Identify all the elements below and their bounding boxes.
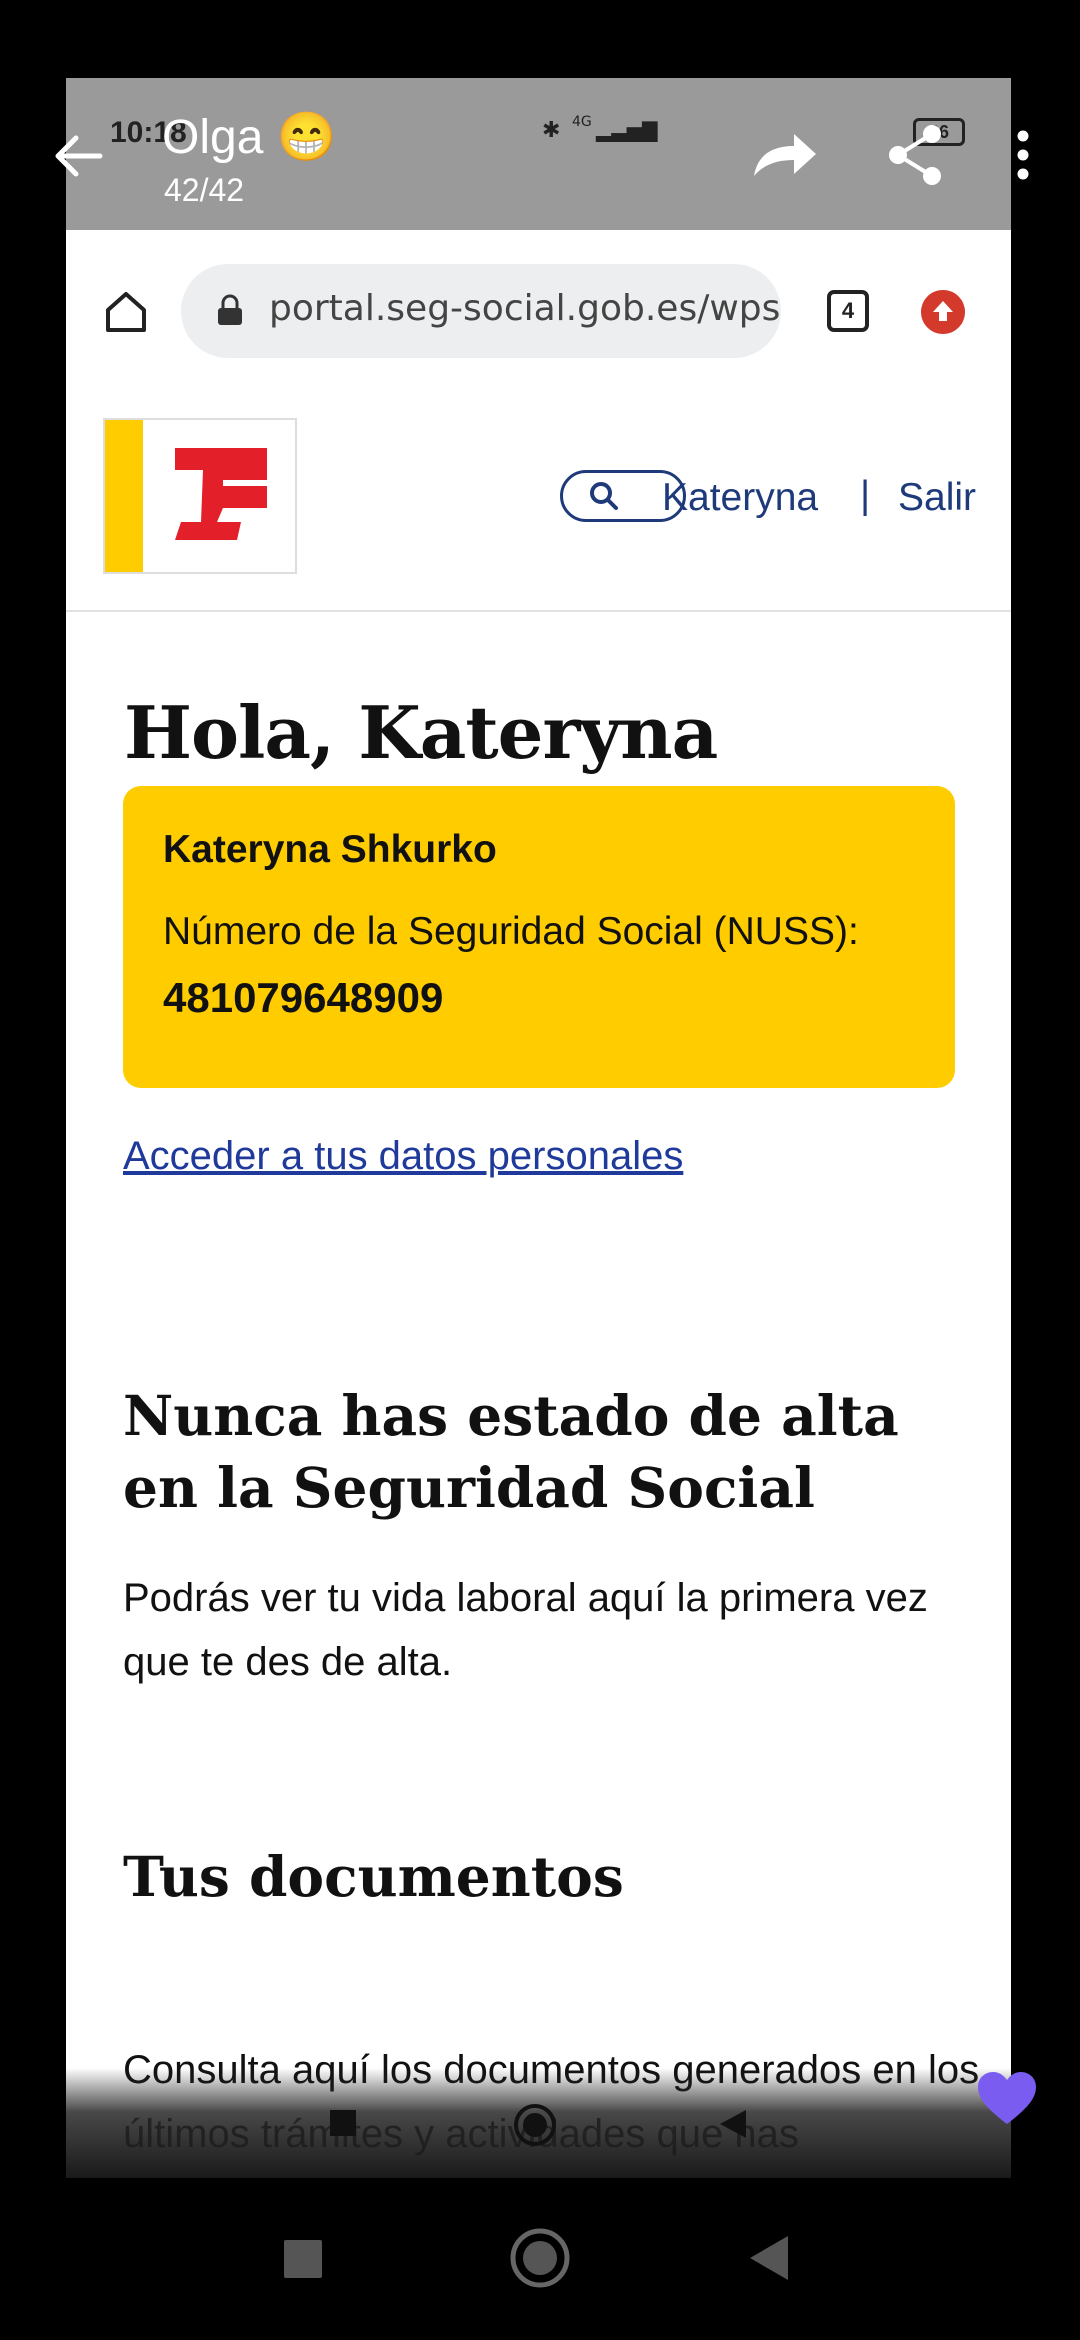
system-navigation-bar bbox=[0, 2180, 1080, 2340]
alta-text: Podrás ver tu vida laboral aquí la prime… bbox=[123, 1576, 928, 1684]
nuss-label: Número de la Seguridad Social (NUSS): bbox=[163, 910, 859, 953]
search-icon bbox=[590, 482, 618, 510]
home-icon[interactable] bbox=[102, 288, 150, 336]
back-button-icon[interactable] bbox=[748, 2234, 790, 2282]
page-title: Hola, Kateryna bbox=[124, 690, 718, 775]
sender-name: Olga 😁 bbox=[162, 111, 337, 164]
documents-heading: Tus documentos bbox=[123, 1844, 624, 1909]
recents-button-icon[interactable] bbox=[282, 2238, 324, 2280]
nuss-number: 481079648909 bbox=[163, 974, 444, 1021]
lock-icon bbox=[218, 294, 242, 325]
tab-switcher-button[interactable]: 4 bbox=[827, 290, 869, 332]
share-icon[interactable] bbox=[886, 124, 944, 186]
url-text: portal.seg-social.gob.es/wps bbox=[269, 288, 781, 329]
user-info-card: Kateryna Shkurko Número de la Seguridad … bbox=[123, 786, 955, 1088]
back-arrow-icon[interactable] bbox=[50, 128, 106, 184]
seguridad-social-logo[interactable] bbox=[103, 418, 297, 574]
browser-url-bar: portal.seg-social.gob.es/wps 4 bbox=[66, 230, 1011, 380]
logout-link[interactable]: Salir bbox=[898, 476, 976, 520]
heart-reaction-icon[interactable] bbox=[976, 2070, 1038, 2126]
inner-home-icon bbox=[514, 2104, 556, 2146]
address-bar[interactable]: portal.seg-social.gob.es/wps bbox=[181, 264, 781, 358]
more-options-icon[interactable] bbox=[1015, 130, 1031, 180]
image-viewer-toolbar: Olga 😁 42/42 bbox=[0, 0, 1080, 230]
forward-icon[interactable] bbox=[750, 130, 818, 180]
update-icon[interactable] bbox=[921, 290, 965, 334]
logo-yellow-bar bbox=[105, 420, 143, 572]
logo-mark-icon bbox=[175, 448, 267, 540]
user-link[interactable]: Kateryna bbox=[662, 476, 818, 520]
alta-heading: Nunca has estado de alta en la Seguridad… bbox=[123, 1383, 899, 1520]
site-header: Kateryna | Salir bbox=[66, 380, 1011, 612]
screenshot-image: 10:18 ✱ 4G ▂▃▅▇ 36 portal.seg-social.gob… bbox=[66, 78, 1011, 2178]
home-button-icon[interactable] bbox=[508, 2226, 572, 2290]
inner-recents-icon bbox=[330, 2110, 356, 2136]
user-full-name: Kateryna Shkurko bbox=[163, 828, 497, 871]
inner-back-icon bbox=[720, 2110, 746, 2138]
personal-data-link[interactable]: Acceder a tus datos personales bbox=[123, 1134, 683, 1179]
header-separator: | bbox=[860, 474, 871, 517]
inner-navigation-bar bbox=[66, 2068, 1011, 2178]
image-counter: 42/42 bbox=[164, 172, 245, 208]
